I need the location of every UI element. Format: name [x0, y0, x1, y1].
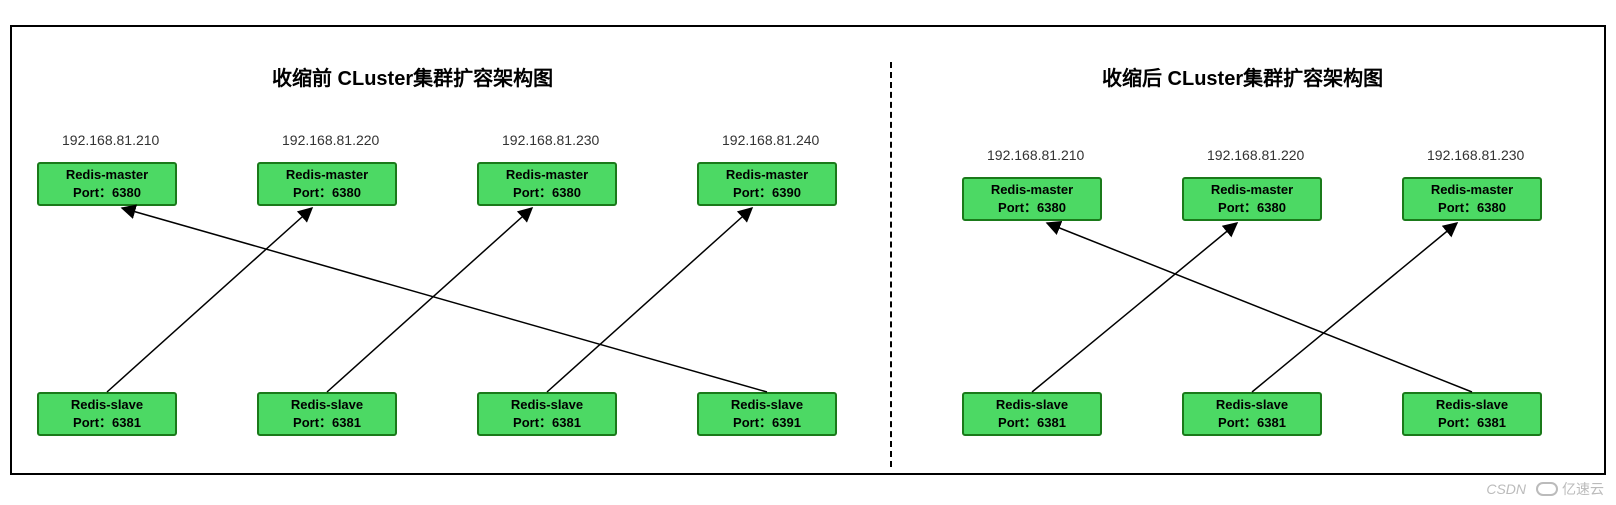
redis-slave-node: Redis-slave Port：6381: [1402, 392, 1542, 436]
node-port: Port：6380: [73, 184, 141, 202]
redis-master-node: Redis-master Port：6380: [1402, 177, 1542, 221]
node-port: Port：6381: [73, 414, 141, 432]
ip-label: 192.168.81.210: [987, 147, 1084, 163]
node-name: Redis-slave: [71, 396, 143, 414]
ip-label: 192.168.81.210: [62, 132, 159, 148]
node-name: Redis-slave: [996, 396, 1068, 414]
node-port: Port：6381: [1438, 414, 1506, 432]
ip-label: 192.168.81.230: [1427, 147, 1524, 163]
redis-master-node: Redis-master Port：6380: [1182, 177, 1322, 221]
left-panel-title: 收缩前 CLuster集群扩容架构图: [272, 62, 553, 91]
node-name: Redis-slave: [1436, 396, 1508, 414]
redis-slave-node: Redis-slave Port：6391: [697, 392, 837, 436]
ip-label: 192.168.81.240: [722, 132, 819, 148]
ip-label: 192.168.81.220: [282, 132, 379, 148]
redis-master-node: Redis-master Port：6380: [962, 177, 1102, 221]
watermark: CSDN 亿速云: [1486, 479, 1604, 499]
redis-slave-node: Redis-slave Port：6381: [962, 392, 1102, 436]
cloud-icon: [1536, 482, 1558, 496]
redis-master-node: Redis-master Port：6380: [257, 162, 397, 206]
node-name: Redis-master: [66, 166, 148, 184]
node-port: Port：6381: [998, 414, 1066, 432]
ip-label: 192.168.81.230: [502, 132, 599, 148]
node-name: Redis-slave: [1216, 396, 1288, 414]
node-name: Redis-master: [506, 166, 588, 184]
node-port: Port：6380: [293, 184, 361, 202]
csdn-watermark: CSDN: [1486, 481, 1526, 497]
redis-master-node: Redis-master Port：6380: [37, 162, 177, 206]
right-panel-title: 收缩后 CLuster集群扩容架构图: [1102, 62, 1383, 91]
node-name: Redis-slave: [731, 396, 803, 414]
node-name: Redis-master: [1431, 181, 1513, 199]
yisu-watermark: 亿速云: [1536, 479, 1604, 499]
node-name: Redis-master: [286, 166, 368, 184]
redis-slave-node: Redis-slave Port：6381: [37, 392, 177, 436]
node-port: Port：6391: [733, 414, 801, 432]
node-port: Port：6380: [513, 184, 581, 202]
redis-slave-node: Redis-slave Port：6381: [257, 392, 397, 436]
redis-master-node: Redis-master Port：6380: [477, 162, 617, 206]
node-name: Redis-master: [726, 166, 808, 184]
node-port: Port：6380: [1438, 199, 1506, 217]
node-port: Port：6381: [1218, 414, 1286, 432]
node-port: Port：6381: [513, 414, 581, 432]
panel-divider: [890, 62, 892, 467]
node-port: Port：6381: [293, 414, 361, 432]
diagram-container: 收缩前 CLuster集群扩容架构图 192.168.81.210 192.16…: [10, 25, 1606, 475]
node-port: Port：6390: [733, 184, 801, 202]
redis-slave-node: Redis-slave Port：6381: [1182, 392, 1322, 436]
redis-slave-node: Redis-slave Port：6381: [477, 392, 617, 436]
node-port: Port：6380: [1218, 199, 1286, 217]
node-port: Port：6380: [998, 199, 1066, 217]
node-name: Redis-slave: [291, 396, 363, 414]
node-name: Redis-master: [1211, 181, 1293, 199]
node-name: Redis-master: [991, 181, 1073, 199]
redis-master-node: Redis-master Port：6390: [697, 162, 837, 206]
ip-label: 192.168.81.220: [1207, 147, 1304, 163]
node-name: Redis-slave: [511, 396, 583, 414]
